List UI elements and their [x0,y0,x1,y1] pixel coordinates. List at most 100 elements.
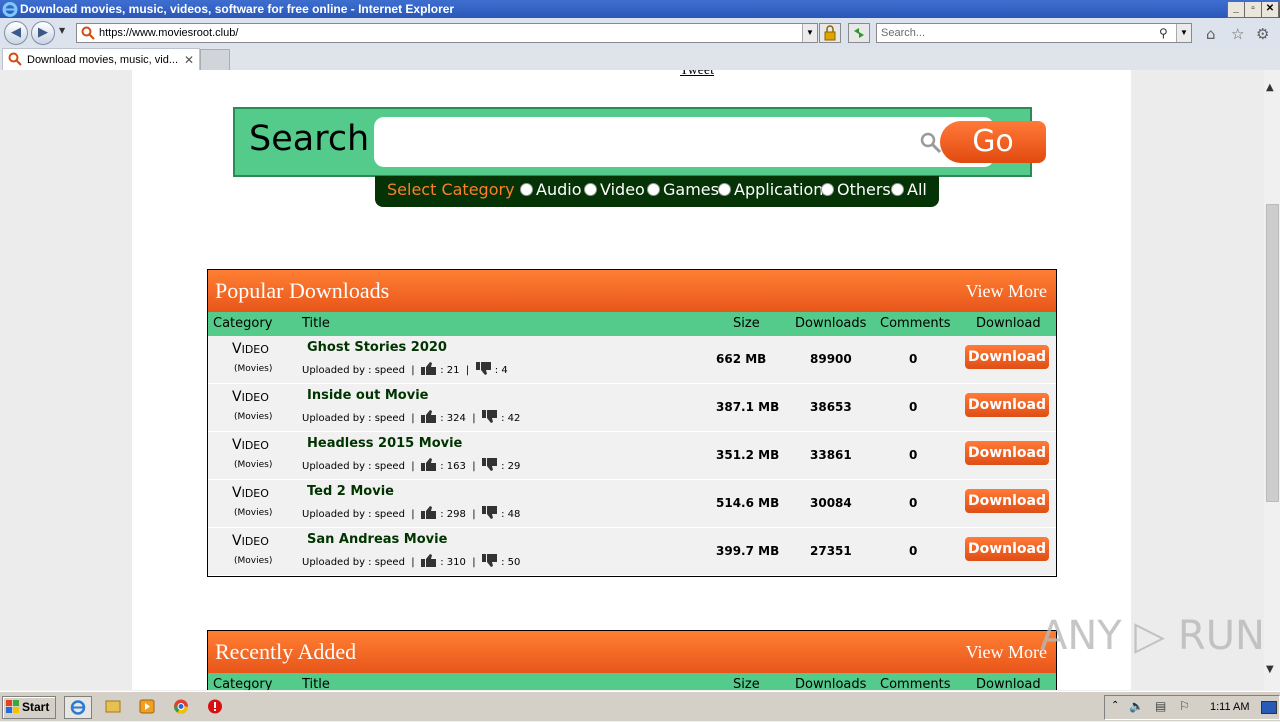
row-category-initial: V [232,341,242,357]
row-size: 351.2 MB [716,448,780,462]
scroll-up-icon[interactable]: ▲ [1266,82,1274,93]
taskbar-media-player-button[interactable] [134,696,160,717]
row-likes: : 324 [440,413,466,424]
row-category-rest: IDEO [241,487,269,500]
show-desktop-icon[interactable] [1261,701,1277,714]
address-toolbar: ◀ ▶ ▼ https://www.moviesroot.club/ ▼ Sea… [0,18,1280,49]
thumbs-up-icon[interactable] [421,410,437,423]
site-search-box: Search [233,107,1032,177]
tab-close-icon[interactable]: ✕ [184,49,194,71]
category-audio-radio[interactable]: Audio [520,176,581,204]
download-button[interactable]: Download [965,537,1049,561]
minimize-button[interactable]: _ [1227,1,1245,18]
row-likes: : 298 [440,509,466,520]
table-row: VIDEO (Movies) San Andreas Movie Uploaded b… [208,528,1056,576]
clock: 1:11 AM [1210,701,1250,713]
row-category-initial: V [232,389,242,405]
row-likes: : 163 [440,461,466,472]
refresh-button[interactable] [848,23,870,43]
scroll-down-icon[interactable]: ▼ [1266,664,1274,675]
row-downloads: 27351 [810,544,852,558]
tab-strip: Download movies, music, vid... ✕ [0,48,1280,71]
network-icon[interactable]: ▤ [1155,699,1166,713]
internet-explorer-icon [70,700,86,715]
recent-pages-chevron-icon[interactable]: ▼ [59,26,65,35]
volume-icon[interactable]: 🔈 [1129,699,1144,713]
new-tab-button[interactable] [200,49,230,71]
taskbar-explorer-button[interactable] [100,696,126,717]
row-category: VIDEO [232,437,269,453]
category-others-radio[interactable]: Others [821,176,891,204]
recent-col-size: Size [733,677,760,690]
col-size: Size [733,316,760,331]
anyrun-watermark: ANY ▷ RUN [1040,613,1265,659]
scrollbar-thumb[interactable] [1266,204,1279,502]
vertical-scrollbar[interactable]: ▲ ▼ [1264,70,1280,690]
download-button[interactable]: Download [965,489,1049,513]
site-search-input[interactable] [374,117,994,167]
row-title-link[interactable]: San Andreas Movie [307,532,447,547]
radio-circle [891,183,904,196]
go-button[interactable]: Go [940,121,1046,163]
radio-circle [520,183,533,196]
search-label: Search [249,119,370,159]
category-all-radio[interactable]: All [891,176,927,204]
thumbs-down-icon[interactable] [481,410,498,423]
recent-view-more-link[interactable]: View More [966,631,1047,673]
tweet-link[interactable]: Tweet [680,70,714,79]
row-size: 662 MB [716,352,767,366]
download-button[interactable]: Download [965,345,1049,369]
category-video-radio[interactable]: Video [584,176,645,204]
search-dropdown-icon[interactable]: ▼ [1176,24,1191,42]
search-go-icon[interactable]: ⚲ [1159,24,1168,42]
internet-explorer-icon [2,2,18,17]
thumbs-down-icon[interactable] [481,554,498,567]
row-title-link[interactable]: Inside out Movie [307,388,428,403]
download-button[interactable]: Download [965,393,1049,417]
category-application-radio[interactable]: Application [718,176,823,204]
security-lock-button[interactable] [819,23,841,43]
thumbs-up-icon[interactable] [421,362,437,375]
browser-search-input[interactable]: Search... ⚲ ▼ [876,23,1192,43]
start-button[interactable]: Start [2,696,56,719]
refresh-icon [854,28,864,38]
taskbar-security-button[interactable] [202,696,228,717]
thumbs-down-icon[interactable] [481,506,498,519]
taskbar-ie-button[interactable] [64,696,92,719]
row-title-link[interactable]: Ted 2 Movie [307,484,394,499]
lock-icon [824,25,836,41]
row-downloads: 30084 [810,496,852,510]
home-icon[interactable]: ⌂ [1206,25,1216,43]
address-bar[interactable]: https://www.moviesroot.club/ ▼ [76,23,818,43]
row-meta: Uploaded by : speed | : 21 | : 4 [302,362,508,376]
category-games-label: Games [663,180,719,199]
forward-button[interactable]: ▶ [31,21,55,45]
row-title-link[interactable]: Headless 2015 Movie [307,436,462,451]
radio-circle [718,183,731,196]
close-window-button[interactable]: ✕ [1261,1,1279,18]
back-button[interactable]: ◀ [4,21,28,45]
category-games-radio[interactable]: Games [647,176,719,204]
thumbs-up-icon[interactable] [421,554,437,567]
row-title-link[interactable]: Ghost Stories 2020 [307,340,447,355]
action-center-flag-icon[interactable]: ⚐ [1179,699,1190,713]
thumbs-up-icon[interactable] [421,506,437,519]
row-meta: Uploaded by : speed | : 310 | : 50 [302,554,520,568]
favorites-star-icon[interactable]: ☆ [1231,25,1244,43]
row-category: VIDEO [232,389,269,405]
gear-icon[interactable]: ⚙ [1256,25,1269,43]
thumbs-up-icon[interactable] [421,458,437,471]
tab-moviesroot[interactable]: Download movies, music, vid... ✕ [2,48,200,71]
maximize-button[interactable]: ▫ [1244,1,1262,18]
tray-expand-icon[interactable]: ⌃ [1111,700,1119,711]
thumbs-down-icon[interactable] [481,458,498,471]
popular-downloads-header: Popular Downloads View More [208,270,1056,312]
popular-view-more-link[interactable]: View More [966,270,1047,312]
row-category-rest: IDEO [241,343,269,356]
taskbar-chrome-button[interactable] [168,696,194,717]
thumbs-down-icon[interactable] [475,362,492,375]
recent-column-headers: Category Title Size Downloads Comments D… [208,673,1056,690]
address-dropdown-icon[interactable]: ▼ [802,24,817,42]
table-row: VIDEO (Movies) Ted 2 Movie Uploaded by : sp… [208,480,1056,528]
download-button[interactable]: Download [965,441,1049,465]
